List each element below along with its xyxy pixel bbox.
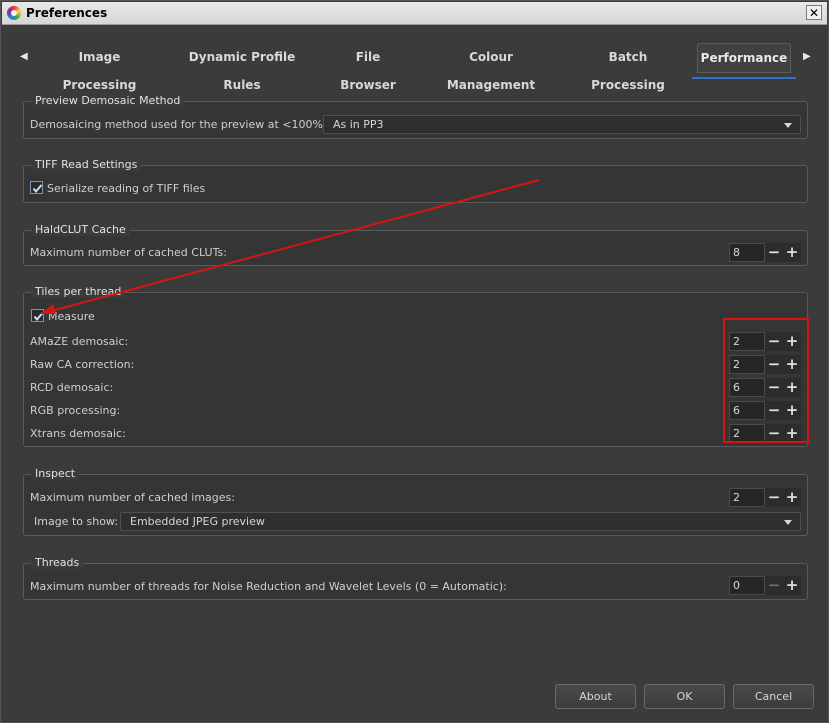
minus-icon[interactable]: − <box>765 243 783 262</box>
measure-checkbox[interactable] <box>31 309 44 322</box>
minus-icon[interactable]: − <box>765 576 783 595</box>
cached-images-value[interactable]: 2 <box>729 488 765 507</box>
plus-icon[interactable]: + <box>783 243 801 262</box>
rgb-processing-label: RGB processing: <box>30 404 121 417</box>
title-bar: Preferences ✕ <box>2 2 827 25</box>
preferences-window: Preferences ✕ ◀ Image Processing Dynamic… <box>0 0 829 723</box>
tab-colour-management[interactable]: Colour Management <box>428 43 554 92</box>
amaze-demosaic-label: AMaZE demosaic: <box>30 335 129 348</box>
tab-file-browser[interactable]: File Browser <box>328 43 408 92</box>
about-button[interactable]: About <box>555 684 636 709</box>
inspect-frame: Inspect Maximum number of cached images:… <box>23 467 808 536</box>
rcd-demosaic-label: RCD demosaic: <box>30 381 114 394</box>
tab-image-processing[interactable]: Image Processing <box>41 43 158 92</box>
tiff-read-frame: TIFF Read Settings Serialize reading of … <box>23 158 808 203</box>
inspect-title: Inspect <box>31 467 80 480</box>
preview-demosaic-select[interactable]: As in PP3 <box>323 115 801 134</box>
preview-demosaic-label: Demosaicing method used for the preview … <box>30 118 361 131</box>
rawtherapee-logo-icon <box>7 6 21 20</box>
threads-spinner: 0 − + <box>729 576 801 595</box>
threads-frame: Threads Maximum number of threads for No… <box>23 556 808 600</box>
chevron-down-icon <box>784 520 792 525</box>
plus-icon[interactable]: + <box>783 576 801 595</box>
threads-title: Threads <box>31 556 84 569</box>
image-to-show-label: Image to show: <box>34 515 119 528</box>
tab-dynamic-profile-rules[interactable]: Dynamic Profile Rules <box>174 43 310 92</box>
plus-icon[interactable]: + <box>783 488 801 507</box>
preview-demosaic-value: As in PP3 <box>333 118 384 131</box>
serialize-tiff-label: Serialize reading of TIFF files <box>47 182 206 195</box>
tab-scroll-left-icon[interactable]: ◀ <box>20 51 28 62</box>
tiff-read-title: TIFF Read Settings <box>31 158 142 171</box>
tab-batch-processing[interactable]: Batch Processing <box>574 43 682 92</box>
checkmark-icon <box>33 312 44 322</box>
measure-label: Measure <box>48 310 95 323</box>
haldclut-label: Maximum number of cached CLUTs: <box>30 246 227 259</box>
minus-icon[interactable]: − <box>765 488 783 507</box>
image-to-show-select[interactable]: Embedded JPEG preview <box>120 512 801 531</box>
threads-value[interactable]: 0 <box>729 576 765 595</box>
haldclut-frame: HaldCLUT Cache Maximum number of cached … <box>23 223 808 266</box>
checkmark-icon <box>32 184 43 194</box>
tiles-per-thread-frame: Tiles per thread Measure AMaZE demosaic:… <box>23 285 808 447</box>
annotation-highlight-box <box>723 318 809 443</box>
tiles-per-thread-title: Tiles per thread <box>31 285 126 298</box>
xtrans-demosaic-label: Xtrans demosaic: <box>30 427 126 440</box>
tab-bar: ◀ Image Processing Dynamic Profile Rules… <box>11 37 818 92</box>
close-button[interactable]: ✕ <box>806 5 822 20</box>
cached-images-label: Maximum number of cached images: <box>30 491 235 504</box>
ok-button[interactable]: OK <box>644 684 725 709</box>
window-title: Preferences <box>26 6 108 20</box>
tab-scroll-right-icon[interactable]: ▶ <box>803 51 811 62</box>
threads-label: Maximum number of threads for Noise Redu… <box>30 580 507 593</box>
cancel-button[interactable]: Cancel <box>733 684 814 709</box>
haldclut-title: HaldCLUT Cache <box>31 223 130 236</box>
raw-ca-correction-label: Raw CA correction: <box>30 358 135 371</box>
serialize-tiff-checkbox[interactable] <box>30 181 43 194</box>
cached-images-spinner: 2 − + <box>729 488 801 507</box>
tab-performance[interactable]: Performance <box>692 43 796 79</box>
chevron-down-icon <box>784 123 792 128</box>
image-to-show-value: Embedded JPEG preview <box>130 515 265 528</box>
haldclut-spinner: 8 − + <box>729 243 801 262</box>
preview-demosaic-frame: Preview Demosaic Method Demosaicing meth… <box>23 94 808 139</box>
haldclut-value[interactable]: 8 <box>729 243 765 262</box>
preview-demosaic-title: Preview Demosaic Method <box>31 94 185 107</box>
